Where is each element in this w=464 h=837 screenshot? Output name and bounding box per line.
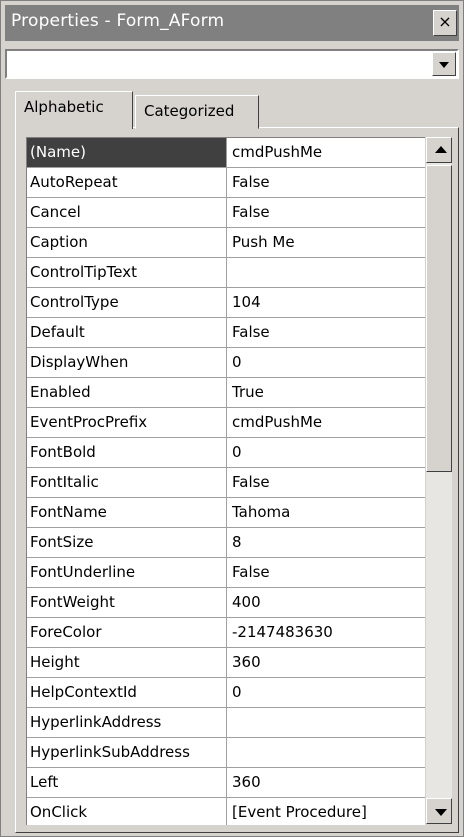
property-value[interactable]: Push Me bbox=[228, 228, 425, 257]
property-name[interactable]: Enabled bbox=[27, 378, 227, 407]
property-value[interactable] bbox=[228, 708, 425, 737]
property-row[interactable]: Enabled True bbox=[27, 378, 425, 408]
property-value[interactable] bbox=[228, 738, 425, 767]
property-row[interactable]: Default False bbox=[27, 318, 425, 348]
property-row[interactable]: EventProcPrefix cmdPushMe bbox=[27, 408, 425, 438]
property-row[interactable]: AutoRepeat False bbox=[27, 168, 425, 198]
property-name[interactable]: HyperlinkAddress bbox=[27, 708, 227, 737]
property-row[interactable]: ForeColor -2147483630 bbox=[27, 618, 425, 648]
property-row[interactable]: (Name) cmdPushMe bbox=[27, 138, 425, 168]
property-name[interactable]: Left bbox=[27, 768, 227, 797]
property-row[interactable]: DisplayWhen 0 bbox=[27, 348, 425, 378]
property-row[interactable]: Caption Push Me bbox=[27, 228, 425, 258]
property-name[interactable]: HyperlinkSubAddress bbox=[27, 738, 227, 767]
property-name[interactable]: Caption bbox=[27, 228, 227, 257]
tab-categorized[interactable]: Categorized bbox=[135, 95, 259, 129]
chevron-down-icon bbox=[439, 62, 449, 68]
property-name[interactable]: (Name) bbox=[27, 138, 227, 167]
property-value[interactable]: 400 bbox=[228, 588, 425, 617]
property-value[interactable]: 0 bbox=[228, 348, 425, 377]
tab-categorized-label: Categorized bbox=[144, 102, 235, 120]
properties-window: Properties - Form_AForm × Alphabetic Cat… bbox=[0, 0, 464, 837]
property-name[interactable]: Default bbox=[27, 318, 227, 347]
close-button[interactable]: × bbox=[433, 10, 457, 36]
property-row[interactable]: HelpContextId 0 bbox=[27, 678, 425, 708]
property-row[interactable]: Cancel False bbox=[27, 198, 425, 228]
tab-panel: (Name) cmdPushMe AutoRepeat False Cancel Fals… bbox=[15, 127, 459, 833]
property-row[interactable]: FontBold 0 bbox=[27, 438, 425, 468]
property-row[interactable]: HyperlinkSubAddress bbox=[27, 738, 425, 768]
property-row[interactable]: OnClick [Event Procedure] bbox=[27, 798, 425, 825]
scroll-up-button[interactable] bbox=[426, 137, 452, 163]
arrow-up-icon bbox=[435, 146, 447, 153]
vertical-scrollbar[interactable] bbox=[426, 137, 452, 824]
property-grid: (Name) cmdPushMe AutoRepeat False Cancel Fals… bbox=[26, 137, 425, 825]
property-value[interactable]: False bbox=[228, 468, 425, 497]
property-value[interactable]: False bbox=[228, 318, 425, 347]
property-name[interactable]: ControlType bbox=[27, 288, 227, 317]
property-value[interactable]: [Event Procedure] bbox=[228, 798, 425, 825]
arrow-down-icon bbox=[435, 809, 447, 816]
property-row[interactable]: HyperlinkAddress bbox=[27, 708, 425, 738]
close-icon: × bbox=[438, 12, 452, 31]
property-name[interactable]: EventProcPrefix bbox=[27, 408, 227, 437]
property-value[interactable]: cmdPushMe bbox=[228, 138, 425, 167]
property-value[interactable]: cmdPushMe bbox=[228, 408, 425, 437]
property-row[interactable]: Left 360 bbox=[27, 768, 425, 798]
property-row[interactable]: FontSize 8 bbox=[27, 528, 425, 558]
property-value[interactable]: False bbox=[228, 168, 425, 197]
property-value[interactable]: False bbox=[228, 558, 425, 587]
property-name[interactable]: FontBold bbox=[27, 438, 227, 467]
property-row[interactable]: FontItalic False bbox=[27, 468, 425, 498]
property-name[interactable]: HelpContextId bbox=[27, 678, 227, 707]
property-value[interactable] bbox=[228, 258, 425, 287]
tab-alphabetic-label: Alphabetic bbox=[24, 98, 104, 116]
property-name[interactable]: FontWeight bbox=[27, 588, 227, 617]
property-value[interactable]: False bbox=[228, 198, 425, 227]
scroll-thumb[interactable] bbox=[426, 165, 452, 472]
property-value[interactable]: -2147483630 bbox=[228, 618, 425, 647]
property-name[interactable]: AutoRepeat bbox=[27, 168, 227, 197]
property-name[interactable]: FontSize bbox=[27, 528, 227, 557]
tab-alphabetic[interactable]: Alphabetic bbox=[15, 91, 133, 129]
property-value[interactable]: 0 bbox=[228, 438, 425, 467]
property-value[interactable]: 0 bbox=[228, 678, 425, 707]
property-row[interactable]: ControlType 104 bbox=[27, 288, 425, 318]
property-name[interactable]: FontUnderline bbox=[27, 558, 227, 587]
property-name[interactable]: Height bbox=[27, 648, 227, 677]
property-name[interactable]: FontName bbox=[27, 498, 227, 527]
property-name[interactable]: ControlTipText bbox=[27, 258, 227, 287]
property-name[interactable]: DisplayWhen bbox=[27, 348, 227, 377]
property-value[interactable]: 360 bbox=[228, 648, 425, 677]
object-selector-dropdown[interactable] bbox=[5, 49, 459, 79]
property-name[interactable]: Cancel bbox=[27, 198, 227, 227]
property-value[interactable]: 104 bbox=[228, 288, 425, 317]
property-row[interactable]: Height 360 bbox=[27, 648, 425, 678]
property-row[interactable]: FontWeight 400 bbox=[27, 588, 425, 618]
property-name[interactable]: FontItalic bbox=[27, 468, 227, 497]
property-value[interactable]: 8 bbox=[228, 528, 425, 557]
property-name[interactable]: ForeColor bbox=[27, 618, 227, 647]
scroll-down-button[interactable] bbox=[426, 798, 452, 824]
property-row[interactable]: FontName Tahoma bbox=[27, 498, 425, 528]
property-value[interactable]: True bbox=[228, 378, 425, 407]
property-value[interactable]: Tahoma bbox=[228, 498, 425, 527]
property-row[interactable]: FontUnderline False bbox=[27, 558, 425, 588]
window-title: Properties - Form_AForm bbox=[11, 11, 225, 31]
title-bar[interactable]: Properties - Form_AForm × bbox=[5, 5, 459, 41]
property-value[interactable]: 360 bbox=[228, 768, 425, 797]
property-name[interactable]: OnClick bbox=[27, 798, 227, 825]
object-selector-dropdown-button[interactable] bbox=[432, 52, 456, 76]
property-row[interactable]: ControlTipText bbox=[27, 258, 425, 288]
